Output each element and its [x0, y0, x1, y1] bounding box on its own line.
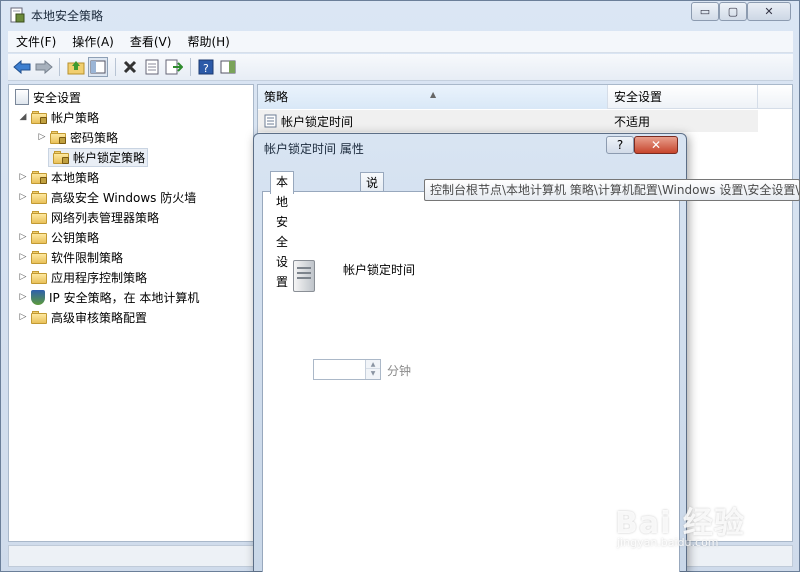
tree-item-account-policies[interactable]: ◢ 帐户策略 — [17, 107, 99, 127]
forward-arrow-icon[interactable] — [34, 57, 54, 77]
column-header-label: 安全设置 — [614, 90, 663, 104]
properties-icon[interactable] — [142, 57, 162, 77]
tree-item-label: 密码策略 — [70, 130, 119, 145]
toolbar-separator — [115, 58, 116, 76]
folder-icon — [31, 310, 47, 324]
folder-icon — [31, 190, 47, 204]
tab-local-security-setting[interactable]: 本地安全设置 — [270, 171, 295, 289]
tree-item-label: 网络列表管理器策略 — [51, 210, 160, 225]
expand-arrow-icon[interactable]: ▷ — [17, 232, 29, 242]
baidu-watermark: Bai 经验 jingyan.baidu.com — [615, 488, 790, 558]
dialog-close-button[interactable]: ✕ — [634, 136, 678, 154]
tree-item-label: 帐户策略 — [51, 110, 100, 125]
expand-arrow-icon[interactable]: ▷ — [36, 132, 48, 142]
tree-item-account-lockout-policy[interactable]: 帐户锁定策略 — [36, 147, 149, 167]
tree-item-label: 公钥策略 — [51, 230, 100, 245]
folder-icon — [31, 250, 47, 264]
back-arrow-icon[interactable] — [12, 57, 32, 77]
tree-item-app-control[interactable]: ▷ 应用程序控制策略 — [17, 267, 147, 287]
close-button[interactable]: ✕ — [747, 2, 791, 21]
row-policy-name: 帐户锁定时间 — [281, 114, 354, 129]
tree-item-label: 软件限制策略 — [51, 250, 124, 265]
tree-item-label: 帐户锁定策略 — [73, 150, 146, 165]
sort-ascending-icon: ▲ — [430, 90, 437, 99]
help-icon[interactable]: ? — [196, 57, 216, 77]
toolbar-separator — [59, 58, 60, 76]
tree-item-public-key-policies[interactable]: ▷ 公钥策略 — [17, 227, 99, 247]
folder-lock-icon — [31, 170, 47, 184]
window-title: 本地安全策略 — [31, 9, 104, 23]
title-bar: 本地安全策略 ▭ ▢ ✕ — [1, 1, 799, 29]
expand-arrow-icon[interactable]: ◢ — [17, 112, 29, 122]
toolbar-separator — [190, 58, 191, 76]
tree-item-label: 高级审核策略配置 — [51, 310, 148, 325]
tree-item-software-restriction[interactable]: ▷ 软件限制策略 — [17, 247, 123, 267]
expand-arrow-icon[interactable]: ▷ — [17, 312, 29, 322]
status-segment — [9, 546, 257, 566]
up-folder-icon[interactable] — [66, 57, 86, 77]
show-hide-tree-icon[interactable] — [88, 57, 108, 77]
dialog-policy-name: 帐户锁定时间 — [343, 263, 416, 277]
tree-item-label: 应用程序控制策略 — [51, 270, 148, 285]
policy-setting-icon — [264, 114, 277, 128]
delete-icon[interactable] — [120, 57, 140, 77]
expand-arrow-icon[interactable]: ▷ — [17, 252, 29, 262]
tree-item-advanced-audit[interactable]: ▷ 高级审核策略配置 — [17, 307, 147, 327]
table-row[interactable]: 帐户锁定时间 不适用 — [258, 110, 758, 132]
folder-lock-icon — [50, 130, 66, 144]
duration-unit-label: 分钟 — [387, 364, 412, 378]
security-policy-app-icon — [10, 7, 25, 23]
tree-item-password-policy[interactable]: ▷ 密码策略 — [36, 127, 118, 147]
menu-file[interactable]: 文件(F) — [8, 31, 64, 53]
tree-item-firewall[interactable]: ▷ 高级安全 Windows 防火墙 — [17, 187, 196, 207]
watermark-url: jingyan.baidu.com — [617, 536, 719, 549]
tree-item-label: 高级安全 Windows 防火墙 — [51, 190, 197, 205]
tree-item-local-policies[interactable]: ▷ 本地策略 — [17, 167, 99, 187]
folder-lock-icon — [31, 110, 47, 124]
dialog-title: 帐户锁定时间 属性 — [264, 142, 364, 156]
server-icon — [293, 260, 315, 292]
list-header: ▲ 策略 安全设置 — [258, 85, 792, 109]
column-header-label: 策略 — [264, 90, 289, 104]
tree-pane: 安全设置 ◢ 帐户策略 ▷ 密码策略 帐户锁定策略 ▷ 本地策略 ▷ 高级安全 … — [8, 84, 254, 542]
maximize-button[interactable]: ▢ — [719, 2, 747, 21]
show-action-pane-icon[interactable] — [218, 57, 238, 77]
tab-explain[interactable]: 说明 — [360, 172, 385, 210]
tree-item-label: 本地策略 — [51, 170, 100, 185]
tree-item-network-list-manager[interactable]: 网络列表管理器策略 — [17, 207, 159, 227]
menu-view[interactable]: 查看(V) — [122, 31, 180, 53]
menu-action[interactable]: 操作(A) — [64, 31, 122, 53]
tree-item-label: 安全设置 — [33, 90, 82, 105]
path-tooltip: 控制台根节点\本地计算机 策略\计算机配置\Windows 设置\安全设置\ — [424, 179, 800, 201]
svg-text:?: ? — [203, 62, 209, 75]
folder-icon — [31, 230, 47, 244]
column-header-security-setting[interactable]: 安全设置 — [608, 85, 758, 109]
column-header-policy[interactable]: ▲ 策略 — [258, 85, 608, 109]
expand-arrow-icon[interactable]: ▷ — [17, 172, 29, 182]
export-list-icon[interactable] — [164, 57, 184, 77]
tree-item-label: IP 安全策略，在 本地计算机 — [49, 290, 200, 305]
expand-arrow-icon[interactable]: ▷ — [17, 292, 29, 302]
menu-bar: 文件(F) 操作(A) 查看(V) 帮助(H) — [8, 31, 793, 53]
folder-icon — [31, 210, 47, 224]
folder-lock-icon — [53, 150, 69, 164]
spin-down-icon[interactable]: ▼ — [366, 369, 380, 378]
dialog-help-button[interactable]: ? — [606, 136, 634, 154]
folder-icon — [31, 270, 47, 284]
tree-item-ip-security[interactable]: ▷ IP 安全策略，在 本地计算机 — [17, 287, 199, 307]
duration-spinbox[interactable]: ▲ ▼ — [313, 359, 381, 380]
doc-icon — [15, 89, 29, 105]
tree-item-security-settings[interactable]: 安全设置 — [13, 87, 81, 107]
expand-arrow-icon[interactable]: ▷ — [17, 272, 29, 282]
toolbar: ? — [8, 54, 793, 81]
minimize-button[interactable]: ▭ — [691, 2, 719, 21]
row-security-setting: 不适用 — [614, 114, 651, 129]
shield-icon — [31, 289, 45, 305]
menu-help[interactable]: 帮助(H) — [179, 31, 237, 53]
spin-up-icon[interactable]: ▲ — [366, 360, 380, 369]
expand-arrow-icon[interactable]: ▷ — [17, 192, 29, 202]
